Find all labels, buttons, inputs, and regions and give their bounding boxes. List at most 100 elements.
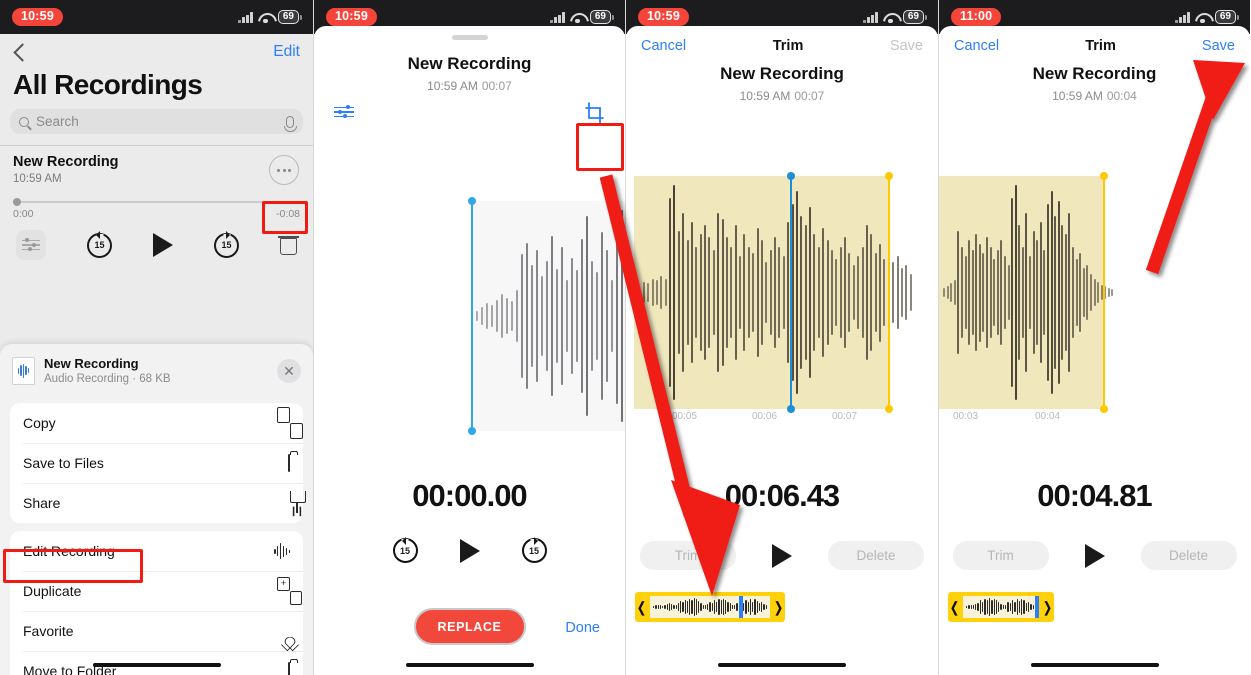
menu-item-edit-recording[interactable]: Edit Recording bbox=[10, 531, 303, 571]
waveform-bar bbox=[1097, 281, 1100, 304]
navbar-title: Trim bbox=[1085, 38, 1116, 54]
trim-end-handle-icon[interactable]: ❭ bbox=[1041, 599, 1054, 616]
crop-icon[interactable] bbox=[583, 101, 607, 125]
play-button[interactable] bbox=[772, 543, 792, 568]
waveform-bar bbox=[655, 280, 658, 305]
mini-waveform-bar bbox=[662, 605, 664, 609]
recording-list-item[interactable]: New Recording 10:59 AM bbox=[0, 146, 313, 185]
waveform-bar bbox=[817, 246, 820, 339]
mini-waveform-bar bbox=[1005, 604, 1007, 610]
more-options-button[interactable] bbox=[269, 155, 299, 185]
status-indicators: 69 bbox=[238, 9, 302, 25]
dictation-microphone-icon[interactable] bbox=[284, 115, 297, 132]
waveform-bar bbox=[946, 286, 949, 299]
play-button[interactable] bbox=[153, 233, 173, 257]
waveform-bar bbox=[660, 275, 663, 310]
trim-start-handle-icon[interactable]: ❬ bbox=[948, 599, 961, 616]
mini-waveform[interactable] bbox=[963, 596, 1039, 618]
mini-waveform-scrubber[interactable]: ❬ ❭ bbox=[635, 592, 785, 622]
trim-end-handle-icon[interactable]: ❭ bbox=[772, 599, 785, 616]
waveform-bar bbox=[986, 237, 988, 348]
skip-back-15-button[interactable]: 15 bbox=[392, 536, 418, 563]
waveform-bar bbox=[695, 246, 698, 339]
mini-waveform-bar bbox=[704, 605, 706, 609]
mini-waveform-bar bbox=[686, 601, 688, 613]
back-chevron-icon[interactable] bbox=[13, 42, 32, 62]
save-button[interactable]: Save bbox=[1202, 38, 1235, 54]
trim-start-handle-icon[interactable]: ❬ bbox=[635, 599, 648, 616]
playback-scrubber[interactable]: 0:00 -0:08 bbox=[13, 198, 300, 220]
waveform-bar bbox=[1061, 225, 1064, 360]
waveform-display[interactable] bbox=[314, 197, 625, 435]
menu-item-favorite[interactable]: Favorite bbox=[10, 611, 303, 651]
sheet-grabber[interactable] bbox=[451, 35, 488, 40]
menu-item-share[interactable]: Share bbox=[10, 483, 303, 523]
enhance-icon[interactable] bbox=[334, 104, 354, 120]
scrubber-track[interactable] bbox=[13, 198, 300, 206]
trim-sheet: Cancel Trim Save New Recording 10:59 AM 0… bbox=[939, 26, 1250, 675]
menu-item-label: Save to Files bbox=[23, 455, 104, 471]
trim-waveform-display[interactable] bbox=[939, 172, 1250, 413]
axis-tick-label: 00:07 bbox=[832, 411, 858, 422]
waveform-bar bbox=[800, 215, 803, 370]
waveform-bar bbox=[905, 264, 908, 321]
menu-item-duplicate[interactable]: Duplicate bbox=[10, 571, 303, 611]
cancel-button[interactable]: Cancel bbox=[954, 38, 999, 54]
waveform-bar bbox=[506, 297, 508, 335]
trim-button[interactable]: Trim bbox=[640, 541, 736, 570]
trim-end-handle[interactable] bbox=[1099, 172, 1108, 413]
menu-item-label: Share bbox=[23, 495, 61, 511]
all-recordings-body: Edit All Recordings Search New Recording… bbox=[0, 34, 313, 675]
playhead-handle[interactable] bbox=[467, 197, 476, 435]
wifi-icon bbox=[258, 12, 273, 24]
close-icon[interactable]: ✕ bbox=[277, 358, 301, 383]
mini-waveform-bar bbox=[991, 599, 993, 615]
menu-item-save-to-files[interactable]: Save to Files bbox=[10, 443, 303, 483]
waveform-bar bbox=[1089, 274, 1092, 311]
big-timecode: 00:00.00 bbox=[412, 478, 527, 513]
action-sheet-header: New Recording Audio Recording · 68 KB ✕ bbox=[0, 344, 313, 395]
waveform-bar bbox=[870, 234, 873, 351]
waveform-bar bbox=[896, 255, 899, 330]
mini-waveform-scrubber[interactable]: ❬ ❭ bbox=[948, 592, 1054, 622]
delete-button[interactable]: Delete bbox=[1140, 541, 1237, 570]
skip-back-15-button[interactable]: 15 bbox=[87, 231, 112, 258]
enhance-recording-button[interactable] bbox=[16, 230, 46, 260]
waveform-bar bbox=[791, 203, 794, 382]
waveform-bar bbox=[621, 210, 623, 422]
playhead[interactable] bbox=[1034, 596, 1039, 618]
replace-button[interactable]: REPLACE bbox=[413, 608, 526, 645]
trim-end-handle[interactable] bbox=[884, 172, 893, 413]
cancel-button[interactable]: Cancel bbox=[641, 38, 686, 54]
mini-waveform-bar bbox=[716, 601, 718, 613]
mini-waveform-bar bbox=[689, 598, 691, 616]
menu-item-copy[interactable]: Copy bbox=[10, 403, 303, 443]
play-button[interactable] bbox=[1084, 543, 1105, 568]
mini-waveform-bar bbox=[693, 598, 695, 616]
mini-waveform-bar bbox=[718, 599, 720, 615]
recording-meta-duration: 00:07 bbox=[794, 89, 825, 103]
mini-waveform-bar bbox=[993, 598, 995, 616]
waveform-bar bbox=[760, 240, 763, 345]
scrubber-thumb[interactable] bbox=[13, 198, 21, 206]
skip-forward-15-button[interactable]: 15 bbox=[521, 536, 547, 563]
playhead-handle[interactable] bbox=[786, 172, 795, 413]
mini-waveform[interactable] bbox=[650, 596, 770, 618]
mini-waveform-bar bbox=[754, 599, 756, 615]
search-input[interactable]: Search bbox=[10, 109, 303, 134]
waveform-bar bbox=[721, 219, 724, 366]
skip-forward-15-button[interactable]: 15 bbox=[214, 231, 239, 258]
search-icon bbox=[19, 116, 29, 127]
trim-button[interactable]: Trim bbox=[952, 541, 1049, 570]
trim-waveform-display[interactable] bbox=[626, 172, 938, 413]
recording-meta: 10:59 AM 00:07 bbox=[314, 79, 625, 93]
play-button[interactable] bbox=[459, 538, 480, 563]
mini-waveform-bar bbox=[970, 604, 972, 610]
playhead[interactable] bbox=[738, 596, 744, 618]
delete-button[interactable]: Delete bbox=[828, 541, 924, 570]
done-button[interactable]: Done bbox=[565, 620, 600, 636]
action-sheet: New Recording Audio Recording · 68 KB ✕ … bbox=[0, 344, 313, 675]
save-button[interactable]: Save bbox=[890, 38, 923, 54]
delete-button[interactable] bbox=[278, 235, 299, 255]
edit-button[interactable]: Edit bbox=[273, 43, 300, 61]
